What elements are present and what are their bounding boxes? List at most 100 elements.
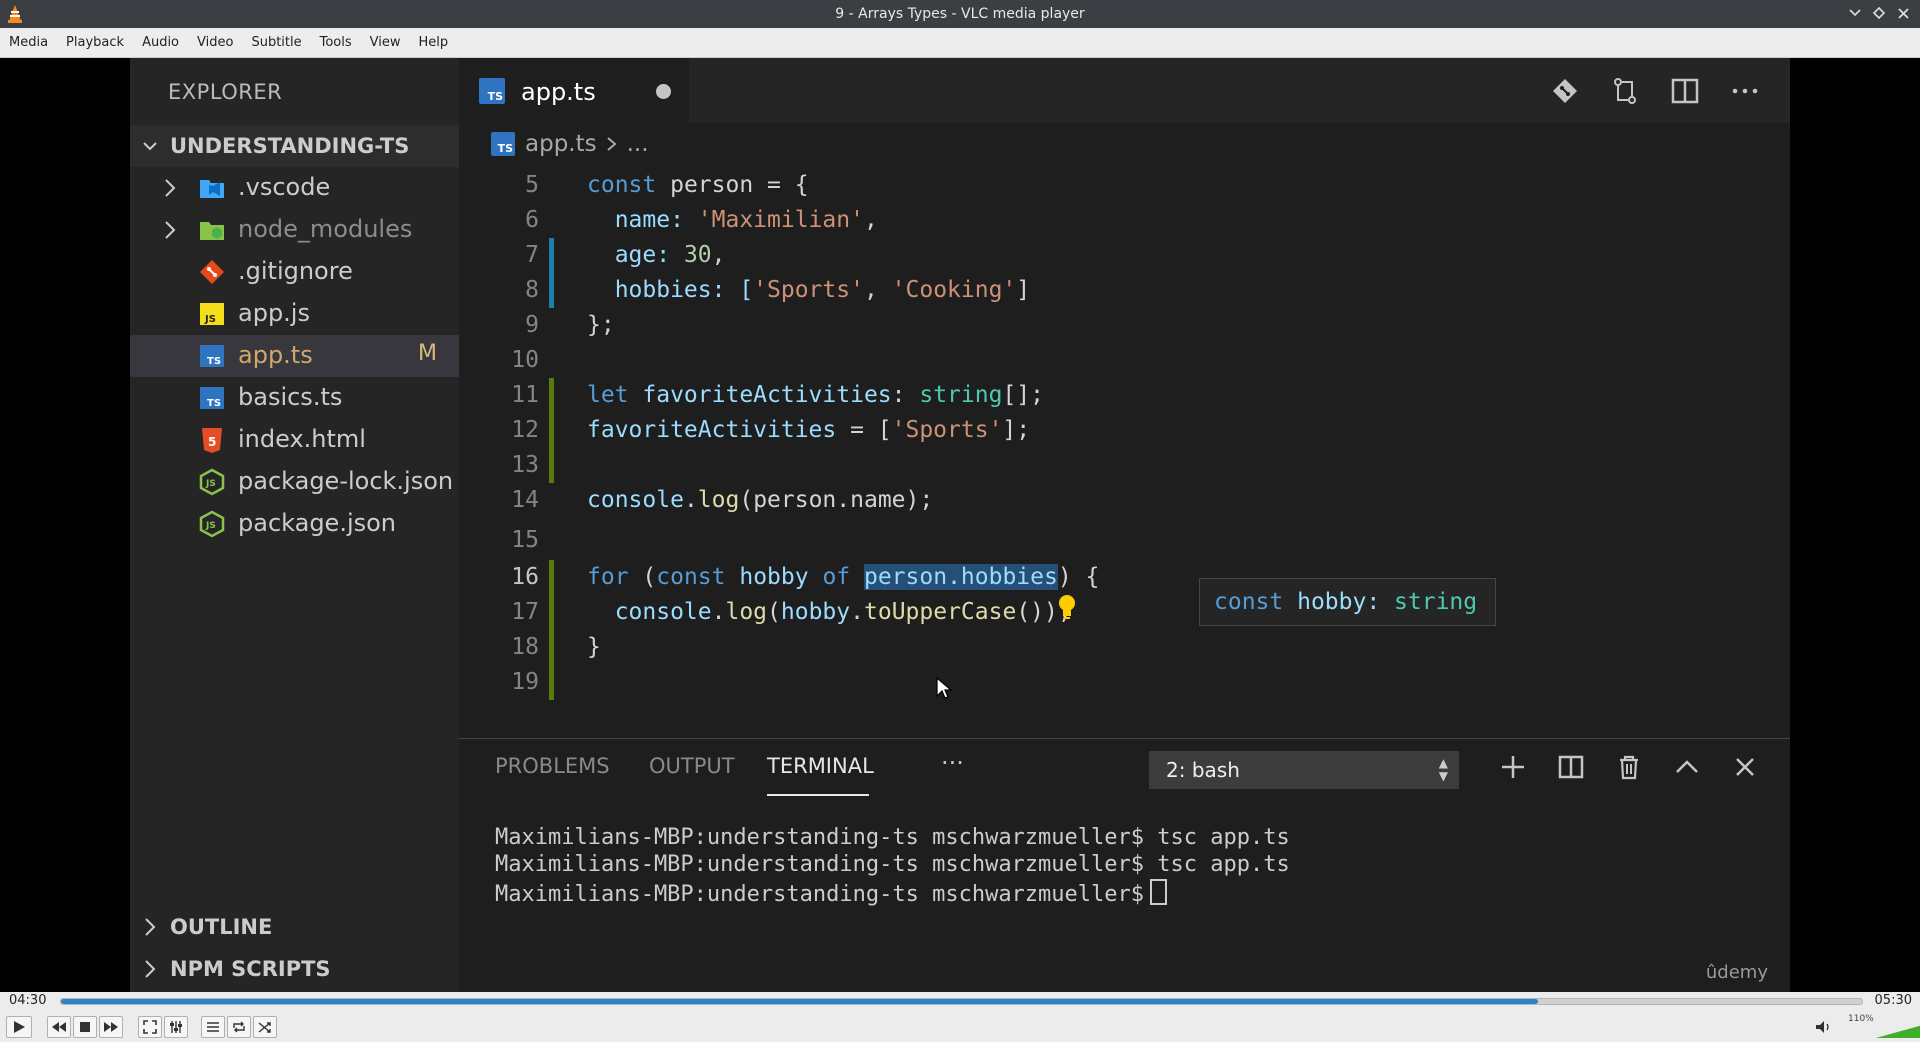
shuffle-icon [258, 1022, 271, 1033]
menu-tools[interactable]: Tools [311, 35, 361, 50]
skip-forward-icon [104, 1022, 118, 1032]
line-number: 8 [525, 277, 539, 303]
tree-item-label: package-lock.json [238, 467, 454, 495]
seek-slider[interactable] [60, 998, 1863, 1005]
line-number: 5 [525, 172, 539, 198]
play-icon [14, 1021, 25, 1033]
select-arrows-icon: ▲ ▼ [1438, 756, 1448, 783]
git-compare-icon [1553, 79, 1577, 103]
code-line: 5 const person = { [459, 168, 1749, 202]
loop-button[interactable] [227, 1016, 251, 1038]
node-json-icon: JS [198, 468, 226, 496]
svg-text:TS: TS [207, 356, 221, 367]
node-folder-icon [198, 216, 226, 244]
explorer-sidebar: EXPLORER UNDERSTANDING-TS .vscode node_m… [130, 58, 459, 992]
extended-settings-button[interactable] [164, 1016, 188, 1038]
git-icon [198, 258, 226, 286]
chevron-right-icon [145, 918, 156, 936]
tab-terminal: TERMINAL [767, 754, 874, 778]
ts-file-icon: TS [198, 342, 226, 370]
line-number: 7 [525, 242, 539, 268]
menu-view[interactable]: View [361, 35, 410, 50]
svg-text:JS: JS [204, 314, 216, 325]
gutter-added-marker [549, 665, 554, 700]
ts-file-icon: TS [491, 132, 515, 156]
next-button[interactable] [99, 1016, 123, 1038]
code-text: hobbies: ['Sports', 'Cooking'] [587, 277, 1031, 303]
fullscreen-button[interactable] [138, 1016, 162, 1038]
chevron-right-icon [606, 137, 617, 151]
line-number: 12 [511, 417, 539, 443]
code-text: }; [587, 312, 615, 338]
trash-icon [1620, 755, 1638, 780]
svg-text:JS: JS [205, 479, 216, 489]
player-controls: 110% [0, 1012, 1920, 1042]
playlist-button[interactable] [201, 1016, 225, 1038]
line-number: 11 [511, 382, 539, 408]
menu-playback[interactable]: Playback [57, 35, 133, 50]
tree-item-node-modules: node_modules [130, 209, 459, 251]
tree-item-gitignore: .gitignore [130, 251, 459, 293]
tree-item-label: node_modules [238, 215, 413, 243]
loop-icon [233, 1021, 245, 1033]
close-icon [1736, 758, 1754, 776]
previous-button[interactable] [47, 1016, 71, 1038]
ts-file-icon: TS [198, 384, 226, 412]
js-file-icon: JS [198, 300, 226, 328]
terminal-select-value: 2: bash [1166, 758, 1240, 782]
menu-audio[interactable]: Audio [133, 35, 188, 50]
speaker-icon[interactable] [1815, 1020, 1833, 1034]
code-line: 11 let favoriteActivities: string[]; [459, 378, 1749, 413]
play-button[interactable] [6, 1016, 32, 1038]
chevron-up-icon [1676, 760, 1698, 773]
split-terminal-icon [1558, 755, 1584, 779]
video-area[interactable]: EXPLORER UNDERSTANDING-TS .vscode node_m… [0, 58, 1920, 992]
tree-item-package-json: JS package.json [130, 503, 459, 545]
terminal-line: Maximilians-MBP:understanding-ts mschwar… [495, 825, 1290, 850]
close-button[interactable] [1894, 4, 1912, 22]
title-bar: 9 - Arrays Types - VLC media player [0, 0, 1920, 28]
maximize-button[interactable] [1870, 4, 1888, 22]
gutter-added-marker [549, 413, 554, 448]
menu-bar: Media Playback Audio Video Subtitle Tool… [0, 28, 1920, 58]
explorer-title: EXPLORER [168, 80, 283, 104]
code-line: 10 [459, 343, 1749, 377]
menu-media[interactable]: Media [0, 35, 57, 50]
menu-help[interactable]: Help [410, 35, 458, 50]
menu-video[interactable]: Video [188, 35, 242, 50]
breadcrumb-file: app.ts [525, 131, 597, 157]
tree-item-label: .gitignore [238, 257, 353, 285]
code-line: 18 } [459, 630, 1749, 665]
tree-item-label: basics.ts [238, 383, 343, 411]
vscode-folder-icon [198, 174, 226, 202]
tree-item-index-html: 5 index.html [130, 419, 459, 461]
tree-item-app-js: JS app.js [130, 293, 459, 335]
line-number: 6 [525, 207, 539, 233]
minimize-button[interactable] [1846, 4, 1864, 22]
svg-text:JS: JS [205, 521, 216, 531]
volume-slider[interactable] [1876, 1018, 1920, 1038]
menu-subtitle[interactable]: Subtitle [242, 35, 310, 50]
shuffle-button[interactable] [253, 1016, 277, 1038]
outline-label: OUTLINE [170, 915, 273, 939]
svg-text:5: 5 [208, 435, 216, 449]
code-line: 15 [459, 523, 1749, 557]
code-line: 7 age: 30, [459, 238, 1749, 273]
stop-button[interactable] [73, 1016, 97, 1038]
code-line: 13 [459, 448, 1749, 483]
gutter-added-marker [549, 595, 554, 630]
svg-text:TS: TS [207, 398, 221, 409]
bottom-panel: PROBLEMS OUTPUT TERMINAL ··· 2: bash ▲▼ [459, 738, 1790, 992]
tree-item-vscode: .vscode [130, 167, 459, 209]
code-line: 9 }; [459, 308, 1749, 342]
ts-file-icon: TS [479, 78, 505, 104]
line-number: 13 [511, 452, 539, 478]
line-number: 10 [511, 347, 539, 373]
chevron-down-icon [143, 142, 157, 151]
chevron-right-icon [165, 179, 176, 197]
tab-label: app.ts [521, 78, 596, 106]
code-line: 19 [459, 665, 1749, 700]
tree-item-label: app.js [238, 299, 310, 327]
breadcrumb: TS app.ts ... [459, 123, 1790, 165]
stop-icon [80, 1022, 90, 1032]
